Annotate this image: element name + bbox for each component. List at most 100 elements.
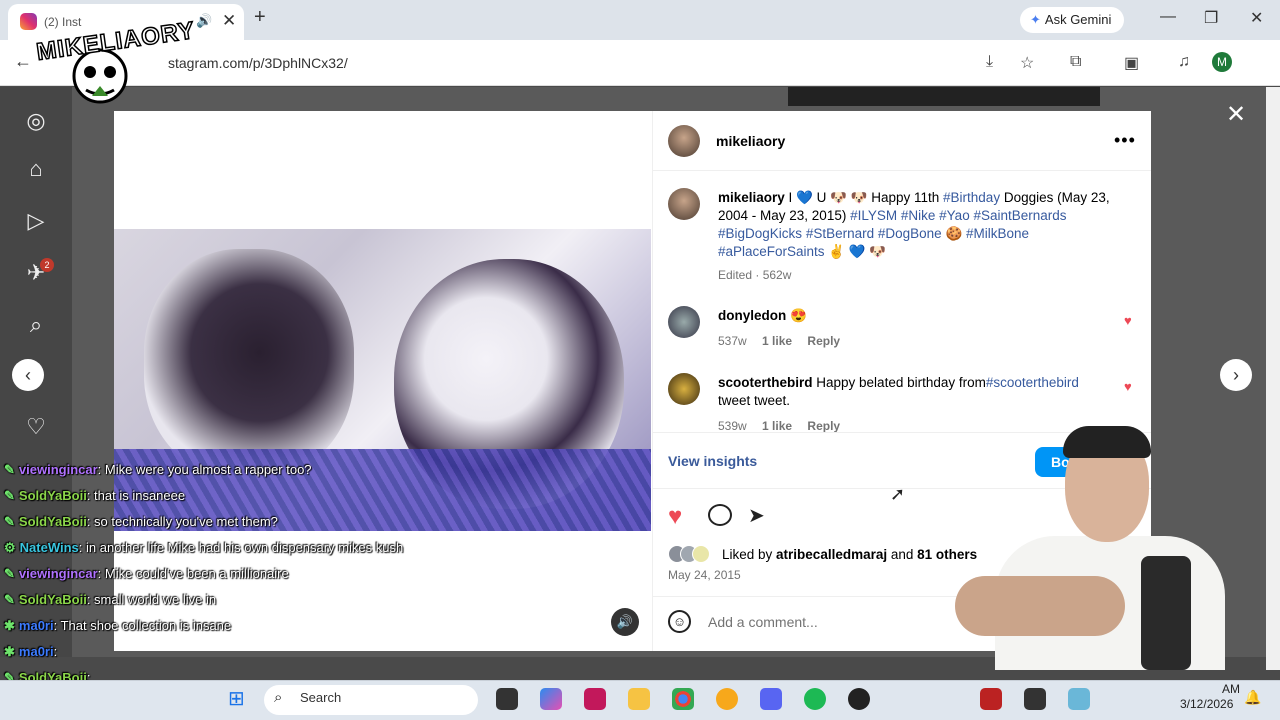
windows-start-icon[interactable]: ⊞: [228, 686, 245, 711]
comment-reply-button[interactable]: Reply: [807, 334, 840, 348]
caption-avatar[interactable]: [668, 188, 700, 220]
taskbar-search-icon: ⌕: [274, 689, 283, 706]
app-icon[interactable]: [1068, 688, 1090, 710]
close-window-icon[interactable]: ✕: [1250, 8, 1263, 28]
chat-message: ✎ SoldYaBoii: that is insaneee: [4, 488, 185, 504]
minimize-icon[interactable]: —: [1160, 8, 1176, 26]
reels-icon[interactable]: ▷: [22, 208, 50, 236]
chat-username: SoldYaBoii: [18, 488, 87, 503]
profile-avatar[interactable]: M: [1212, 52, 1232, 72]
chat-message: ✎ viewingincar: Mike could've been a mill…: [4, 566, 289, 582]
comment-meta: 539w 1 like Reply: [718, 419, 840, 433]
caption-hashtag[interactable]: #DogBone: [878, 226, 942, 241]
chat-username: NateWins: [19, 540, 79, 555]
app-icon[interactable]: [980, 688, 1002, 710]
author-avatar[interactable]: [668, 125, 700, 157]
new-tab-button[interactable]: +: [254, 6, 266, 29]
caption-hashtag[interactable]: #SaintBernards: [973, 208, 1066, 223]
comment-avatar[interactable]: [668, 306, 700, 338]
bookmark-star-icon[interactable]: ☆: [1020, 53, 1034, 73]
comment-body-cont: tweet tweet.: [718, 393, 791, 408]
instagram-logo-icon[interactable]: ◎: [22, 108, 50, 136]
page-scrollbar[interactable]: [1266, 87, 1280, 670]
extensions-icon[interactable]: ⧉: [1070, 53, 1081, 71]
chat-username: SoldYaBoii: [18, 592, 87, 607]
view-insights-link[interactable]: View insights: [668, 453, 757, 469]
post-video[interactable]: [114, 229, 651, 531]
streamer-webcam: [955, 426, 1225, 670]
streamer-hair: [1063, 426, 1151, 458]
spotify-icon[interactable]: [804, 688, 826, 710]
comment-meta: 537w 1 like Reply: [718, 334, 840, 348]
caption-username[interactable]: mikeliaory: [718, 190, 785, 205]
caption-hashtag[interactable]: #ILYSM: [850, 208, 897, 223]
chat-message: ✱ ma0ri: That shoe collection is insane: [4, 618, 231, 634]
obs-icon[interactable]: [848, 688, 870, 710]
restore-icon[interactable]: ❐: [1204, 8, 1218, 28]
cast-icon[interactable]: ▣: [1124, 53, 1139, 73]
app-icon[interactable]: [716, 688, 738, 710]
terminal-icon[interactable]: [1024, 688, 1046, 710]
app-icon[interactable]: [584, 688, 606, 710]
comment-avatar[interactable]: [668, 373, 700, 405]
file-explorer-icon[interactable]: [628, 688, 650, 710]
media-control-icon[interactable]: ♫: [1178, 53, 1190, 71]
comment-likes[interactable]: 1 like: [762, 334, 792, 348]
chrome-icon[interactable]: [672, 688, 694, 710]
chat-badge-icon: ⚙: [4, 540, 16, 555]
header-divider: [652, 170, 1151, 171]
close-tab-icon[interactable]: ✕: [222, 11, 236, 31]
like-heart-icon[interactable]: ♥: [668, 503, 682, 531]
author-username[interactable]: mikeliaory: [716, 133, 785, 149]
close-modal-icon[interactable]: ✕: [1226, 100, 1246, 129]
taskbar-search[interactable]: [264, 685, 478, 715]
chat-badge-icon: ✎: [4, 462, 15, 477]
comment-text: donyledon 😍: [718, 307, 807, 325]
taskbar-time: AM: [1222, 682, 1240, 696]
more-options-icon[interactable]: •••: [1114, 130, 1136, 151]
audio-toggle-icon[interactable]: 🔊: [611, 608, 639, 636]
home-icon[interactable]: ⌂: [22, 156, 50, 184]
caption-hashtag[interactable]: #Yao: [939, 208, 970, 223]
chat-text: :: [53, 644, 58, 659]
search-icon[interactable]: ⌕: [22, 312, 50, 340]
task-view-icon[interactable]: [496, 688, 518, 710]
emoji-icon[interactable]: ☺: [668, 610, 691, 633]
comment-like-heart-icon[interactable]: ♥: [1124, 313, 1132, 328]
comment-reply-button[interactable]: Reply: [807, 419, 840, 433]
comment-like-heart-icon[interactable]: ♥: [1124, 379, 1132, 394]
comment-hashtag[interactable]: #scooterthebird: [986, 375, 1079, 390]
notification-bell-icon[interactable]: 🔔: [1244, 689, 1261, 706]
previous-post-button[interactable]: ‹: [12, 359, 44, 391]
gemini-icon: ✦: [1030, 12, 1041, 27]
comment-bubble-icon[interactable]: [708, 504, 732, 526]
liked-by-user[interactable]: atribecalledmaraj: [776, 547, 887, 562]
discord-icon[interactable]: [760, 688, 782, 710]
comment-username[interactable]: donyledon: [718, 308, 786, 323]
install-app-icon[interactable]: ⤓: [986, 53, 993, 71]
caption-hashtag[interactable]: #aPlaceForSaints: [718, 244, 825, 259]
notifications-heart-icon[interactable]: ♡: [22, 414, 50, 442]
chat-username: viewingincar: [18, 566, 98, 581]
copilot-icon[interactable]: [540, 688, 562, 710]
chat-badge-icon: ✱: [4, 618, 15, 633]
caption-hashtag[interactable]: #BigDogKicks: [718, 226, 802, 241]
comment-username[interactable]: scooterthebird: [718, 375, 813, 390]
ask-gemini-label: Ask Gemini: [1044, 12, 1112, 27]
liked-by-avatars: [668, 545, 718, 563]
comment-input[interactable]: Add a comment...: [708, 614, 818, 630]
speaker-icon[interactable]: 🔊: [196, 13, 212, 29]
comment-body: 😍: [786, 308, 807, 323]
next-post-button[interactable]: ›: [1220, 359, 1252, 391]
caption-hashtag[interactable]: #MilkBone: [966, 226, 1029, 241]
streamer-arm: [955, 576, 1125, 636]
chat-text: : That shoe collection is insane: [53, 618, 232, 633]
chat-badge-icon: ✱: [4, 644, 15, 659]
share-send-icon[interactable]: ➤: [748, 503, 765, 528]
caption-hashtag[interactable]: #Nike: [901, 208, 936, 223]
url-text[interactable]: stagram.com/p/3DphlNCx32/: [168, 55, 348, 71]
caption-hashtag[interactable]: #Birthday: [943, 190, 1000, 205]
ask-gemini-button[interactable]: ✦ Ask Gemini: [1020, 7, 1124, 33]
comment-likes[interactable]: 1 like: [762, 419, 792, 433]
caption-hashtag[interactable]: #StBernard: [806, 226, 874, 241]
